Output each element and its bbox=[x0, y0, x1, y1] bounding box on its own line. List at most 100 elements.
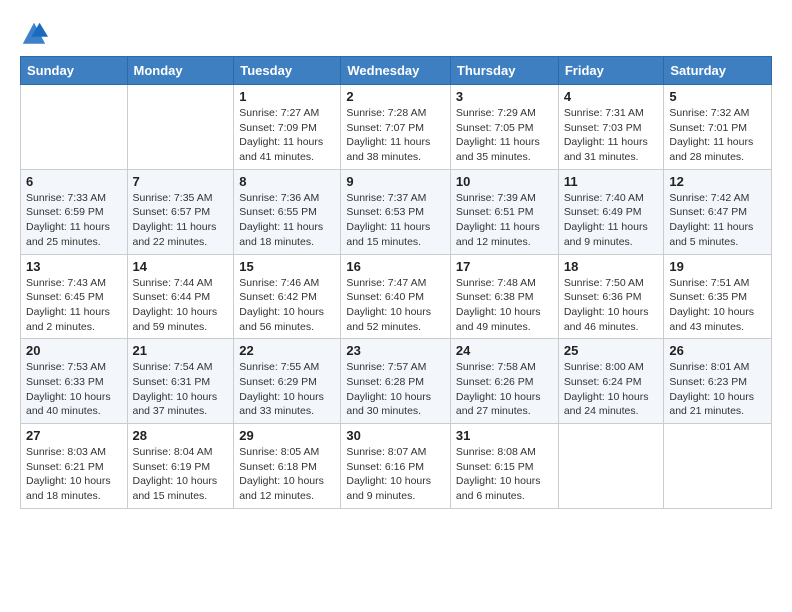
day-number: 31 bbox=[456, 428, 553, 443]
day-number: 14 bbox=[133, 259, 229, 274]
calendar-cell: 30 Sunrise: 8:07 AMSunset: 6:16 PMDayligh… bbox=[341, 424, 451, 509]
cell-info: Sunrise: 7:53 AMSunset: 6:33 PMDaylight:… bbox=[26, 360, 122, 419]
calendar-cell: 20 Sunrise: 7:53 AMSunset: 6:33 PMDayligh… bbox=[21, 339, 128, 424]
calendar-cell: 10Sunrise: 7:39 AMSunset: 6:51 PMDayligh… bbox=[450, 169, 558, 254]
calendar-cell: 27 Sunrise: 8:03 AMSunset: 6:21 PMDayligh… bbox=[21, 424, 128, 509]
day-number: 5 bbox=[669, 89, 766, 104]
cell-info: Sunrise: 8:00 AMSunset: 6:24 PMDaylight:… bbox=[564, 360, 659, 419]
calendar-cell: 5 Sunrise: 7:32 AMSunset: 7:01 PMDaylight… bbox=[664, 85, 772, 170]
day-number: 3 bbox=[456, 89, 553, 104]
calendar-cell: 13 Sunrise: 7:43 AMSunset: 6:45 PMDayligh… bbox=[21, 254, 128, 339]
calendar-cell bbox=[664, 424, 772, 509]
cell-info: Sunrise: 7:54 AMSunset: 6:31 PMDaylight:… bbox=[133, 360, 229, 419]
cell-info: Sunrise: 7:27 AMSunset: 7:09 PMDaylight:… bbox=[239, 106, 335, 165]
logo bbox=[20, 20, 52, 48]
day-number: 30 bbox=[346, 428, 445, 443]
cell-info: Sunrise: 8:01 AMSunset: 6:23 PMDaylight:… bbox=[669, 360, 766, 419]
weekday-header-tuesday: Tuesday bbox=[234, 57, 341, 85]
calendar-cell bbox=[127, 85, 234, 170]
calendar-cell: 16Sunrise: 7:47 AMSunset: 6:40 PMDayligh… bbox=[341, 254, 451, 339]
day-number: 25 bbox=[564, 343, 659, 358]
calendar-cell: 9 Sunrise: 7:37 AMSunset: 6:53 PMDaylight… bbox=[341, 169, 451, 254]
calendar-cell: 23 Sunrise: 7:57 AMSunset: 6:28 PMDayligh… bbox=[341, 339, 451, 424]
calendar-cell: 19 Sunrise: 7:51 AMSunset: 6:35 PMDayligh… bbox=[664, 254, 772, 339]
calendar-cell: 3 Sunrise: 7:29 AMSunset: 7:05 PMDaylight… bbox=[450, 85, 558, 170]
cell-info: Sunrise: 7:33 AMSunset: 6:59 PMDaylight:… bbox=[26, 191, 122, 250]
calendar-week-row: 1 Sunrise: 7:27 AMSunset: 7:09 PMDaylight… bbox=[21, 85, 772, 170]
day-number: 12 bbox=[669, 174, 766, 189]
cell-info: Sunrise: 7:37 AMSunset: 6:53 PMDaylight:… bbox=[346, 191, 445, 250]
cell-info: Sunrise: 8:03 AMSunset: 6:21 PMDaylight:… bbox=[26, 445, 122, 504]
day-number: 27 bbox=[26, 428, 122, 443]
weekday-header-monday: Monday bbox=[127, 57, 234, 85]
weekday-header-thursday: Thursday bbox=[450, 57, 558, 85]
calendar-cell: 17 Sunrise: 7:48 AMSunset: 6:38 PMDayligh… bbox=[450, 254, 558, 339]
calendar-cell bbox=[21, 85, 128, 170]
cell-info: Sunrise: 8:07 AMSunset: 6:16 PMDaylight:… bbox=[346, 445, 445, 504]
cell-info: Sunrise: 7:55 AMSunset: 6:29 PMDaylight:… bbox=[239, 360, 335, 419]
calendar-cell bbox=[558, 424, 664, 509]
cell-info: Sunrise: 7:39 AMSunset: 6:51 PMDaylight:… bbox=[456, 191, 553, 250]
calendar-cell: 31Sunrise: 8:08 AMSunset: 6:15 PMDayligh… bbox=[450, 424, 558, 509]
day-number: 1 bbox=[239, 89, 335, 104]
cell-info: Sunrise: 7:46 AMSunset: 6:42 PMDaylight:… bbox=[239, 276, 335, 335]
day-number: 6 bbox=[26, 174, 122, 189]
calendar-cell: 25 Sunrise: 8:00 AMSunset: 6:24 PMDayligh… bbox=[558, 339, 664, 424]
calendar-week-row: 27 Sunrise: 8:03 AMSunset: 6:21 PMDayligh… bbox=[21, 424, 772, 509]
day-number: 22 bbox=[239, 343, 335, 358]
logo-icon bbox=[20, 20, 48, 48]
cell-info: Sunrise: 7:36 AMSunset: 6:55 PMDaylight:… bbox=[239, 191, 335, 250]
day-number: 21 bbox=[133, 343, 229, 358]
weekday-header-wednesday: Wednesday bbox=[341, 57, 451, 85]
day-number: 2 bbox=[346, 89, 445, 104]
cell-info: Sunrise: 7:40 AMSunset: 6:49 PMDaylight:… bbox=[564, 191, 659, 250]
calendar-cell: 28 Sunrise: 8:04 AMSunset: 6:19 PMDayligh… bbox=[127, 424, 234, 509]
cell-info: Sunrise: 7:43 AMSunset: 6:45 PMDaylight:… bbox=[26, 276, 122, 335]
cell-info: Sunrise: 7:44 AMSunset: 6:44 PMDaylight:… bbox=[133, 276, 229, 335]
cell-info: Sunrise: 8:05 AMSunset: 6:18 PMDaylight:… bbox=[239, 445, 335, 504]
calendar-cell: 8Sunrise: 7:36 AMSunset: 6:55 PMDaylight… bbox=[234, 169, 341, 254]
day-number: 23 bbox=[346, 343, 445, 358]
cell-info: Sunrise: 7:31 AMSunset: 7:03 PMDaylight:… bbox=[564, 106, 659, 165]
day-number: 20 bbox=[26, 343, 122, 358]
cell-info: Sunrise: 7:42 AMSunset: 6:47 PMDaylight:… bbox=[669, 191, 766, 250]
calendar-header-row: SundayMondayTuesdayWednesdayThursdayFrid… bbox=[21, 57, 772, 85]
cell-info: Sunrise: 7:58 AMSunset: 6:26 PMDaylight:… bbox=[456, 360, 553, 419]
cell-info: Sunrise: 7:32 AMSunset: 7:01 PMDaylight:… bbox=[669, 106, 766, 165]
day-number: 13 bbox=[26, 259, 122, 274]
cell-info: Sunrise: 7:28 AMSunset: 7:07 PMDaylight:… bbox=[346, 106, 445, 165]
calendar-cell: 15 Sunrise: 7:46 AMSunset: 6:42 PMDayligh… bbox=[234, 254, 341, 339]
calendar-cell: 12 Sunrise: 7:42 AMSunset: 6:47 PMDayligh… bbox=[664, 169, 772, 254]
day-number: 11 bbox=[564, 174, 659, 189]
cell-info: Sunrise: 7:50 AMSunset: 6:36 PMDaylight:… bbox=[564, 276, 659, 335]
cell-info: Sunrise: 7:35 AMSunset: 6:57 PMDaylight:… bbox=[133, 191, 229, 250]
cell-info: Sunrise: 8:04 AMSunset: 6:19 PMDaylight:… bbox=[133, 445, 229, 504]
calendar-cell: 18 Sunrise: 7:50 AMSunset: 6:36 PMDayligh… bbox=[558, 254, 664, 339]
day-number: 16 bbox=[346, 259, 445, 274]
calendar-cell: 22 Sunrise: 7:55 AMSunset: 6:29 PMDayligh… bbox=[234, 339, 341, 424]
day-number: 9 bbox=[346, 174, 445, 189]
calendar-cell: 21 Sunrise: 7:54 AMSunset: 6:31 PMDayligh… bbox=[127, 339, 234, 424]
day-number: 7 bbox=[133, 174, 229, 189]
cell-info: Sunrise: 7:48 AMSunset: 6:38 PMDaylight:… bbox=[456, 276, 553, 335]
day-number: 15 bbox=[239, 259, 335, 274]
calendar-week-row: 6 Sunrise: 7:33 AMSunset: 6:59 PMDaylight… bbox=[21, 169, 772, 254]
day-number: 17 bbox=[456, 259, 553, 274]
weekday-header-sunday: Sunday bbox=[21, 57, 128, 85]
calendar-cell: 24 Sunrise: 7:58 AMSunset: 6:26 PMDayligh… bbox=[450, 339, 558, 424]
calendar-week-row: 20 Sunrise: 7:53 AMSunset: 6:33 PMDayligh… bbox=[21, 339, 772, 424]
calendar-cell: 26Sunrise: 8:01 AMSunset: 6:23 PMDayligh… bbox=[664, 339, 772, 424]
cell-info: Sunrise: 7:57 AMSunset: 6:28 PMDaylight:… bbox=[346, 360, 445, 419]
day-number: 24 bbox=[456, 343, 553, 358]
calendar-cell: 4 Sunrise: 7:31 AMSunset: 7:03 PMDaylight… bbox=[558, 85, 664, 170]
day-number: 18 bbox=[564, 259, 659, 274]
day-number: 29 bbox=[239, 428, 335, 443]
calendar-cell: 2 Sunrise: 7:28 AMSunset: 7:07 PMDaylight… bbox=[341, 85, 451, 170]
day-number: 4 bbox=[564, 89, 659, 104]
cell-info: Sunrise: 7:51 AMSunset: 6:35 PMDaylight:… bbox=[669, 276, 766, 335]
weekday-header-saturday: Saturday bbox=[664, 57, 772, 85]
cell-info: Sunrise: 7:29 AMSunset: 7:05 PMDaylight:… bbox=[456, 106, 553, 165]
calendar-cell: 29 Sunrise: 8:05 AMSunset: 6:18 PMDayligh… bbox=[234, 424, 341, 509]
day-number: 28 bbox=[133, 428, 229, 443]
day-number: 19 bbox=[669, 259, 766, 274]
